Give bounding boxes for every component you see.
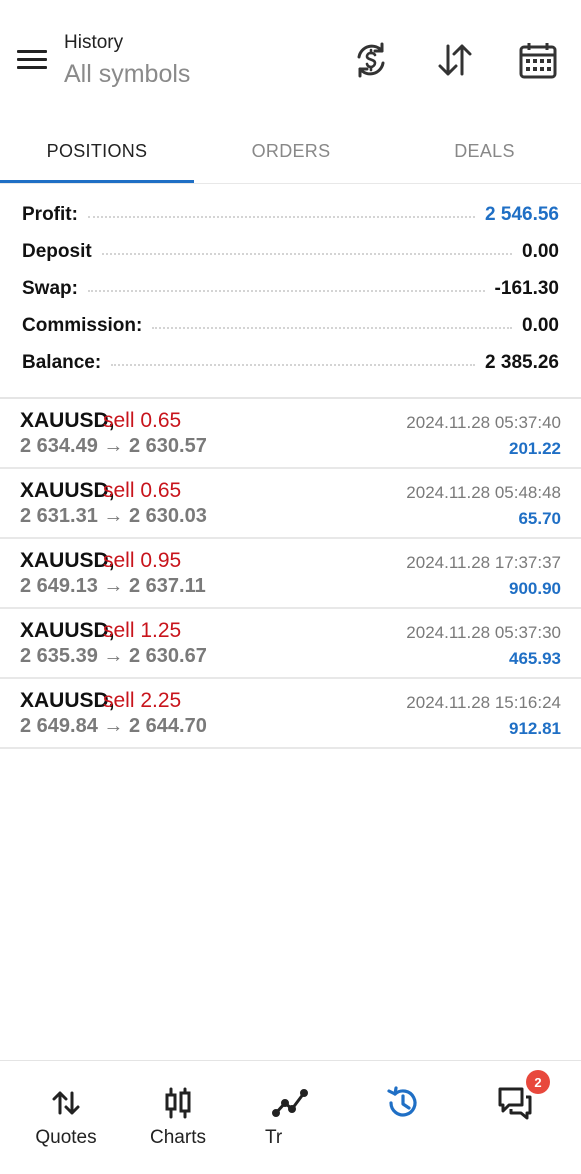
- list-item[interactable]: XAUUSD, sell 2.25 2 649.84 → 2 644.70 20…: [0, 679, 581, 749]
- deal-time: 2024.11.28 05:37:40: [406, 413, 561, 432]
- summary-row-profit: Profit: 2 546.56: [0, 196, 581, 233]
- deal-symbol: XAUUSD,: [20, 479, 115, 502]
- summary-value: 0.00: [522, 240, 559, 262]
- quotes-arrows-icon: [48, 1085, 84, 1121]
- account-summary: Profit: 2 546.56 Deposit 0.00 Swap: -161…: [0, 196, 581, 381]
- summary-label: Deposit: [22, 240, 92, 262]
- tabs-divider: [0, 183, 581, 184]
- nav-label: Quotes: [35, 1127, 97, 1148]
- tab-orders[interactable]: ORDERS: [194, 118, 388, 184]
- dotted-leader: [152, 326, 513, 329]
- deal-side: sell 2.25: [103, 689, 182, 712]
- currency-exchange-icon[interactable]: [351, 40, 391, 80]
- active-tab-indicator: [0, 180, 194, 183]
- tab-positions[interactable]: POSITIONS: [0, 118, 194, 184]
- candlestick-chart-icon: [160, 1085, 196, 1121]
- page-title: History: [64, 32, 124, 53]
- summary-row-balance: Balance: 2 385.26: [0, 344, 581, 381]
- deal-prices: 2 631.31 → 2 630.03: [20, 505, 207, 527]
- deal-symbol: XAUUSD,: [20, 619, 115, 642]
- list-item[interactable]: XAUUSD, sell 0.65 2 634.49 → 2 630.57 20…: [0, 399, 581, 469]
- deal-side: sell 0.65: [103, 409, 182, 432]
- summary-value: 2 546.56: [485, 203, 559, 225]
- deal-profit: 912.81: [509, 719, 561, 738]
- list-item[interactable]: XAUUSD, sell 1.25 2 635.39 → 2 630.67 20…: [0, 609, 581, 679]
- nav-label: Tr: [265, 1127, 283, 1148]
- sort-icon[interactable]: [435, 40, 475, 80]
- deal-side: sell 0.95: [103, 549, 182, 572]
- deal-side: sell 0.65: [103, 479, 182, 502]
- trade-line-icon: [272, 1085, 308, 1121]
- summary-row-swap: Swap: -161.30: [0, 270, 581, 307]
- summary-label: Profit:: [22, 203, 78, 225]
- summary-value: -161.30: [494, 277, 559, 299]
- history-clock-icon: [385, 1085, 421, 1121]
- menu-icon[interactable]: [14, 46, 50, 74]
- deal-prices: 2 649.13 → 2 637.11: [20, 575, 206, 597]
- deal-time: 2024.11.28 15:16:24: [406, 693, 561, 712]
- deal-prices: 2 634.49 → 2 630.57: [20, 435, 207, 457]
- symbol-filter[interactable]: All symbols: [64, 60, 190, 89]
- app-header: History All symbols: [0, 0, 581, 110]
- nav-label: Charts: [150, 1127, 206, 1148]
- deal-symbol: XAUUSD,: [20, 549, 115, 572]
- notification-badge: 2: [526, 1070, 550, 1094]
- deal-profit: 465.93: [509, 649, 561, 668]
- positions-list: XAUUSD, sell 0.65 2 634.49 → 2 630.57 20…: [0, 399, 581, 749]
- deal-time: 2024.11.28 05:37:30: [406, 623, 561, 642]
- deal-symbol: XAUUSD,: [20, 409, 115, 432]
- deal-time: 2024.11.28 17:37:37: [406, 553, 561, 572]
- deal-prices: 2 649.84 → 2 644.70: [20, 715, 207, 737]
- calendar-icon[interactable]: [518, 40, 558, 80]
- deal-side: sell 1.25: [103, 619, 182, 642]
- dotted-leader: [101, 252, 513, 255]
- deal-profit: 201.22: [509, 439, 561, 458]
- nav-trade[interactable]: Tr: [232, 1061, 348, 1161]
- nav-quotes[interactable]: Quotes: [8, 1061, 124, 1161]
- dotted-leader: [87, 289, 485, 292]
- tab-deals[interactable]: DEALS: [388, 118, 581, 184]
- list-item[interactable]: XAUUSD, sell 0.95 2 649.13 → 2 637.11 20…: [0, 539, 581, 609]
- summary-row-commission: Commission: 0.00: [0, 307, 581, 344]
- bottom-nav: Quotes Charts Tr: [0, 1060, 581, 1174]
- summary-label: Commission:: [22, 314, 143, 336]
- deal-symbol: XAUUSD,: [20, 689, 115, 712]
- summary-label: Swap:: [22, 277, 78, 299]
- deal-time: 2024.11.28 05:48:48: [406, 483, 561, 502]
- deal-profit: 900.90: [509, 579, 561, 598]
- dotted-leader: [87, 215, 476, 218]
- dotted-leader: [111, 363, 476, 366]
- summary-label: Balance:: [22, 351, 102, 373]
- deal-profit: 65.70: [518, 509, 561, 528]
- summary-row-deposit: Deposit 0.00: [0, 233, 581, 270]
- nav-charts[interactable]: Charts: [120, 1061, 236, 1161]
- list-item[interactable]: XAUUSD, sell 0.65 2 631.31 → 2 630.03 20…: [0, 469, 581, 539]
- summary-value: 0.00: [522, 314, 559, 336]
- messages-icon: [497, 1085, 533, 1121]
- nav-messages[interactable]: [457, 1061, 573, 1161]
- nav-history[interactable]: [345, 1061, 461, 1161]
- tab-bar: POSITIONS ORDERS DEALS: [0, 118, 581, 184]
- deal-prices: 2 635.39 → 2 630.67: [20, 645, 207, 667]
- summary-value: 2 385.26: [485, 351, 559, 373]
